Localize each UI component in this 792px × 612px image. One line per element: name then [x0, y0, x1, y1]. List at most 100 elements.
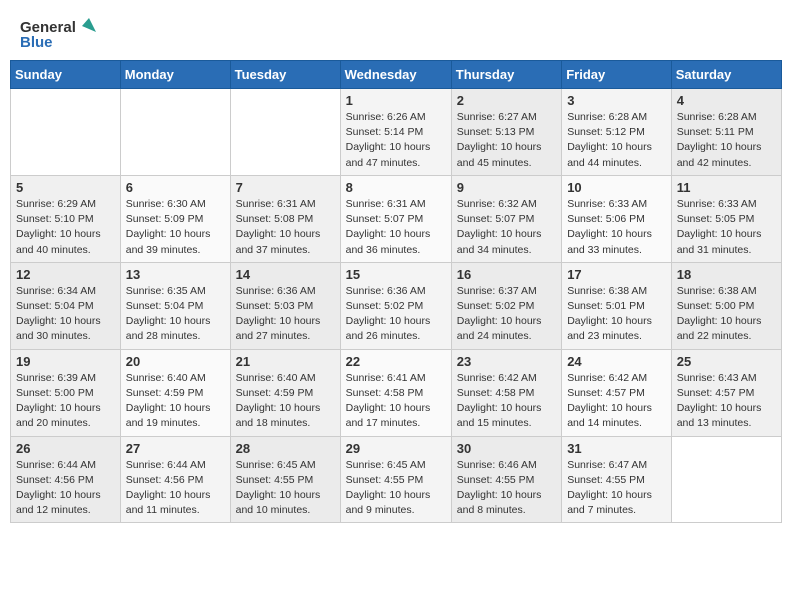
- day-info: Sunrise: 6:26 AMSunset: 5:14 PMDaylight:…: [346, 110, 446, 171]
- day-info: Sunrise: 6:39 AMSunset: 5:00 PMDaylight:…: [16, 371, 115, 432]
- day-info: Sunrise: 6:33 AMSunset: 5:06 PMDaylight:…: [567, 197, 666, 258]
- day-cell: 15 Sunrise: 6:36 AMSunset: 5:02 PMDayligh…: [340, 262, 451, 349]
- day-cell: 25 Sunrise: 6:43 AMSunset: 4:57 PMDayligh…: [671, 349, 781, 436]
- day-number: 2: [457, 93, 556, 108]
- logo: General Blue: [20, 18, 96, 50]
- day-number: 31: [567, 441, 666, 456]
- day-header-saturday: Saturday: [671, 61, 781, 89]
- day-number: 1: [346, 93, 446, 108]
- day-number: 11: [677, 180, 776, 195]
- day-number: 30: [457, 441, 556, 456]
- day-cell: 3 Sunrise: 6:28 AMSunset: 5:12 PMDaylight…: [562, 89, 672, 176]
- day-info: Sunrise: 6:44 AMSunset: 4:56 PMDaylight:…: [16, 458, 115, 519]
- day-cell: [11, 89, 121, 176]
- day-cell: 9 Sunrise: 6:32 AMSunset: 5:07 PMDaylight…: [451, 175, 561, 262]
- day-cell: 4Sunrise: 6:28 AMSunset: 5:11 PMDaylight…: [671, 89, 781, 176]
- day-cell: 18 Sunrise: 6:38 AMSunset: 5:00 PMDayligh…: [671, 262, 781, 349]
- day-info: Sunrise: 6:37 AMSunset: 5:02 PMDaylight:…: [457, 284, 556, 345]
- day-info: Sunrise: 6:45 AMSunset: 4:55 PMDaylight:…: [236, 458, 335, 519]
- day-cell: 8Sunrise: 6:31 AMSunset: 5:07 PMDaylight…: [340, 175, 451, 262]
- day-info: Sunrise: 6:40 AMSunset: 4:59 PMDaylight:…: [126, 371, 225, 432]
- day-number: 20: [126, 354, 225, 369]
- day-cell: [120, 89, 230, 176]
- week-row-1: 1 Sunrise: 6:26 AMSunset: 5:14 PMDaylight…: [11, 89, 782, 176]
- day-info: Sunrise: 6:42 AMSunset: 4:57 PMDaylight:…: [567, 371, 666, 432]
- day-cell: 16 Sunrise: 6:37 AMSunset: 5:02 PMDayligh…: [451, 262, 561, 349]
- day-info: Sunrise: 6:47 AMSunset: 4:55 PMDaylight:…: [567, 458, 666, 519]
- day-number: 19: [16, 354, 115, 369]
- day-number: 5: [16, 180, 115, 195]
- day-header-thursday: Thursday: [451, 61, 561, 89]
- day-cell: 30 Sunrise: 6:46 AMSunset: 4:55 PMDayligh…: [451, 436, 561, 523]
- day-number: 9: [457, 180, 556, 195]
- day-info: Sunrise: 6:44 AMSunset: 4:56 PMDaylight:…: [126, 458, 225, 519]
- day-info: Sunrise: 6:27 AMSunset: 5:13 PMDaylight:…: [457, 110, 556, 171]
- day-cell: 14 Sunrise: 6:36 AMSunset: 5:03 PMDayligh…: [230, 262, 340, 349]
- day-number: 29: [346, 441, 446, 456]
- day-number: 25: [677, 354, 776, 369]
- day-info: Sunrise: 6:28 AMSunset: 5:12 PMDaylight:…: [567, 110, 666, 171]
- logo-blue: Blue: [20, 35, 96, 50]
- day-info: Sunrise: 6:38 AMSunset: 5:01 PMDaylight:…: [567, 284, 666, 345]
- day-number: 3: [567, 93, 666, 108]
- day-header-friday: Friday: [562, 61, 672, 89]
- day-number: 26: [16, 441, 115, 456]
- day-info: Sunrise: 6:35 AMSunset: 5:04 PMDaylight:…: [126, 284, 225, 345]
- day-number: 16: [457, 267, 556, 282]
- day-cell: [671, 436, 781, 523]
- day-cell: 26 Sunrise: 6:44 AMSunset: 4:56 PMDayligh…: [11, 436, 121, 523]
- day-cell: 5Sunrise: 6:29 AMSunset: 5:10 PMDaylight…: [11, 175, 121, 262]
- day-info: Sunrise: 6:42 AMSunset: 4:58 PMDaylight:…: [457, 371, 556, 432]
- week-row-4: 19 Sunrise: 6:39 AMSunset: 5:00 PMDayligh…: [11, 349, 782, 436]
- day-number: 23: [457, 354, 556, 369]
- day-number: 18: [677, 267, 776, 282]
- day-cell: 17 Sunrise: 6:38 AMSunset: 5:01 PMDayligh…: [562, 262, 672, 349]
- day-cell: 27 Sunrise: 6:44 AMSunset: 4:56 PMDayligh…: [120, 436, 230, 523]
- day-header-sunday: Sunday: [11, 61, 121, 89]
- day-number: 12: [16, 267, 115, 282]
- day-info: Sunrise: 6:41 AMSunset: 4:58 PMDaylight:…: [346, 371, 446, 432]
- day-cell: 7Sunrise: 6:31 AMSunset: 5:08 PMDaylight…: [230, 175, 340, 262]
- week-row-2: 5Sunrise: 6:29 AMSunset: 5:10 PMDaylight…: [11, 175, 782, 262]
- day-number: 21: [236, 354, 335, 369]
- week-row-3: 12Sunrise: 6:34 AMSunset: 5:04 PMDayligh…: [11, 262, 782, 349]
- day-info: Sunrise: 6:32 AMSunset: 5:07 PMDaylight:…: [457, 197, 556, 258]
- day-cell: 10 Sunrise: 6:33 AMSunset: 5:06 PMDayligh…: [562, 175, 672, 262]
- page-header: General Blue: [10, 10, 782, 54]
- day-cell: 29Sunrise: 6:45 AMSunset: 4:55 PMDayligh…: [340, 436, 451, 523]
- day-cell: 12Sunrise: 6:34 AMSunset: 5:04 PMDayligh…: [11, 262, 121, 349]
- calendar-body: 1 Sunrise: 6:26 AMSunset: 5:14 PMDaylight…: [11, 89, 782, 523]
- day-number: 14: [236, 267, 335, 282]
- day-number: 27: [126, 441, 225, 456]
- day-number: 10: [567, 180, 666, 195]
- day-number: 17: [567, 267, 666, 282]
- day-cell: 1 Sunrise: 6:26 AMSunset: 5:14 PMDaylight…: [340, 89, 451, 176]
- day-cell: 19 Sunrise: 6:39 AMSunset: 5:00 PMDayligh…: [11, 349, 121, 436]
- day-info: Sunrise: 6:36 AMSunset: 5:02 PMDaylight:…: [346, 284, 446, 345]
- day-info: Sunrise: 6:43 AMSunset: 4:57 PMDaylight:…: [677, 371, 776, 432]
- day-header-wednesday: Wednesday: [340, 61, 451, 89]
- day-number: 6: [126, 180, 225, 195]
- day-number: 15: [346, 267, 446, 282]
- day-number: 13: [126, 267, 225, 282]
- day-cell: 28Sunrise: 6:45 AMSunset: 4:55 PMDayligh…: [230, 436, 340, 523]
- day-cell: 21Sunrise: 6:40 AMSunset: 4:59 PMDayligh…: [230, 349, 340, 436]
- day-cell: 13 Sunrise: 6:35 AMSunset: 5:04 PMDayligh…: [120, 262, 230, 349]
- calendar-header-row: SundayMondayTuesdayWednesdayThursdayFrid…: [11, 61, 782, 89]
- calendar-table: SundayMondayTuesdayWednesdayThursdayFrid…: [10, 60, 782, 523]
- day-cell: 2 Sunrise: 6:27 AMSunset: 5:13 PMDaylight…: [451, 89, 561, 176]
- day-cell: 31 Sunrise: 6:47 AMSunset: 4:55 PMDayligh…: [562, 436, 672, 523]
- day-cell: 11Sunrise: 6:33 AMSunset: 5:05 PMDayligh…: [671, 175, 781, 262]
- day-info: Sunrise: 6:38 AMSunset: 5:00 PMDaylight:…: [677, 284, 776, 345]
- day-cell: 23 Sunrise: 6:42 AMSunset: 4:58 PMDayligh…: [451, 349, 561, 436]
- day-info: Sunrise: 6:46 AMSunset: 4:55 PMDaylight:…: [457, 458, 556, 519]
- day-cell: 20 Sunrise: 6:40 AMSunset: 4:59 PMDayligh…: [120, 349, 230, 436]
- day-info: Sunrise: 6:28 AMSunset: 5:11 PMDaylight:…: [677, 110, 776, 171]
- day-number: 22: [346, 354, 446, 369]
- logo-general: General: [20, 18, 96, 35]
- day-header-monday: Monday: [120, 61, 230, 89]
- day-info: Sunrise: 6:31 AMSunset: 5:07 PMDaylight:…: [346, 197, 446, 258]
- day-info: Sunrise: 6:36 AMSunset: 5:03 PMDaylight:…: [236, 284, 335, 345]
- day-number: 7: [236, 180, 335, 195]
- week-row-5: 26 Sunrise: 6:44 AMSunset: 4:56 PMDayligh…: [11, 436, 782, 523]
